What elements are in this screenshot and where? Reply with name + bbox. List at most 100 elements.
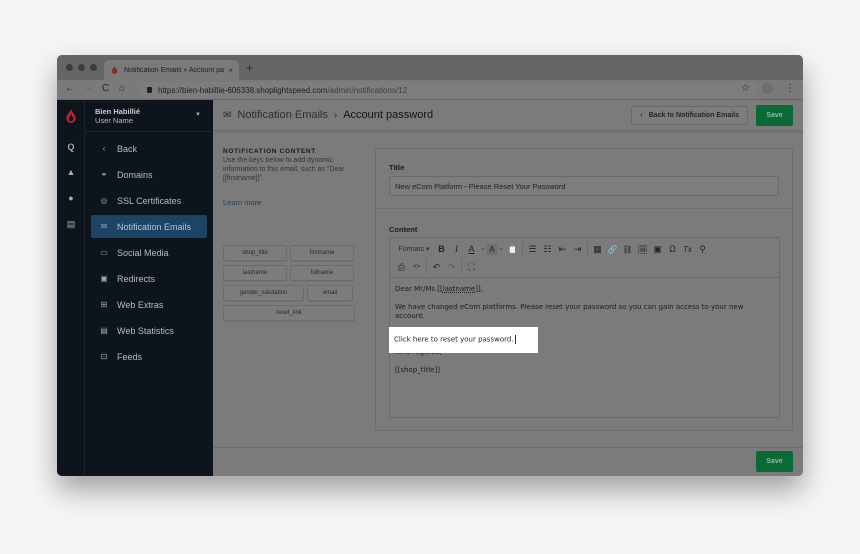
redirect-icon: ▣: [100, 274, 108, 283]
browser-window: Notification Emails » Account password ×…: [57, 55, 803, 476]
sidebar-item-back[interactable]: ‹ Back: [91, 137, 207, 160]
key-button[interactable]: email: [307, 285, 353, 301]
email-form-panel: Title New eCom Platform - Please Reset Y…: [375, 148, 793, 431]
text-color-dropdown-icon[interactable]: ▾: [479, 241, 487, 257]
sidebar-item-label: Domains: [117, 169, 153, 180]
chat-icon: ▭: [100, 248, 108, 257]
new-tab-button[interactable]: +: [246, 61, 253, 75]
key-button[interactable]: firstname: [290, 245, 354, 261]
url-host: https://bien-habillie-606338.shoplightsp…: [158, 85, 328, 95]
formats-dropdown[interactable]: Formats ▾: [394, 241, 434, 257]
sidebar-item-web-extras[interactable]: ⊞ Web Extras: [91, 293, 207, 316]
browser-menu-icon[interactable]: ⋮: [785, 83, 795, 94]
editor-toolbar: Formats ▾ B I A ▾ A ▾ 📋 ☰ ☷ ⇤ ⇥ ▦ 🔗 ⛓ 🖼 …: [390, 238, 779, 278]
sidebar-item-domains[interactable]: ⚭ Domains: [91, 163, 207, 186]
key-button[interactable]: fullname: [290, 265, 354, 281]
editor-body[interactable]: Dear Mr/Ms [[lastname]], We have changed…: [389, 278, 779, 417]
background-color-dropdown-icon[interactable]: ▾: [497, 241, 505, 257]
minimize-window-button[interactable]: [78, 64, 85, 71]
search-icon[interactable]: Q: [57, 142, 85, 152]
key-button[interactable]: shop_title: [223, 245, 287, 261]
lightspeed-favicon-icon: [111, 66, 118, 74]
sidebar-item-notification-emails[interactable]: ✉ Notification Emails: [91, 215, 207, 238]
toolbar-separator: [426, 259, 427, 275]
home-icon[interactable]: ⌂: [119, 83, 125, 94]
bookmark-star-icon[interactable]: ☆: [741, 83, 750, 94]
address-bar: ← → C ⌂ https://bien-habillie-606338.sho…: [57, 80, 803, 100]
window-controls: [66, 64, 97, 71]
footer-save-button[interactable]: Save: [756, 451, 793, 472]
sidebar-item-ssl-certificates[interactable]: ◎ SSL Certificates: [91, 189, 207, 212]
title-label: Title: [389, 163, 405, 172]
toolbar-separator: [461, 259, 462, 275]
reset-link-text: Click here to reset your password.: [394, 335, 514, 344]
reload-icon[interactable]: C: [102, 83, 109, 94]
browser-tab[interactable]: Notification Emails » Account password ×: [104, 60, 239, 80]
save-button[interactable]: Save: [756, 105, 793, 126]
store-icon[interactable]: ▤: [57, 219, 85, 230]
special-character-icon[interactable]: Ω: [665, 241, 680, 257]
sidebar-item-web-statistics[interactable]: ▤ Web Statistics: [91, 319, 207, 342]
notification-content-help: NOTIFICATION CONTENT Use the keys below …: [223, 148, 358, 210]
table-icon[interactable]: ▦: [590, 241, 605, 257]
greeting-line: Dear Mr/Ms [[lastname]],: [395, 285, 774, 294]
dynamic-keys: shop_title firstname lastname fullname g…: [223, 245, 355, 321]
sidebar: Bien Habillié User Name ▼ ‹ Back ⚭ Domains…: [85, 100, 213, 476]
text-color-icon[interactable]: A: [464, 241, 479, 257]
bold-icon[interactable]: B: [434, 241, 449, 257]
key-button[interactable]: gender_salutation: [223, 285, 304, 301]
plus-box-icon: ⊞: [100, 300, 108, 309]
fullscreen-icon[interactable]: ⛶: [464, 259, 479, 275]
print-icon[interactable]: ⎙: [394, 259, 409, 275]
sidebar-item-social-media[interactable]: ▭ Social Media: [91, 241, 207, 264]
forward-arrow-icon[interactable]: →: [83, 83, 93, 94]
italic-icon[interactable]: I: [449, 241, 464, 257]
outdent-icon[interactable]: ⇤: [555, 241, 570, 257]
numbered-list-icon[interactable]: ☷: [540, 241, 555, 257]
sidebar-item-label: Feeds: [117, 351, 143, 362]
reset-link-line[interactable]: Click here to reset your password.: [389, 327, 538, 353]
sidebar-item-feeds[interactable]: ⊡ Feeds: [91, 345, 207, 368]
link-icon[interactable]: 🔗: [605, 241, 620, 257]
unlink-icon[interactable]: ⛓: [620, 241, 635, 257]
sidebar-item-redirects[interactable]: ▣ Redirects: [91, 267, 207, 290]
breadcrumb-parent[interactable]: Notification Emails: [237, 109, 327, 121]
sidebar-item-label: Social Media: [117, 247, 169, 258]
chevron-down-icon: ▼: [195, 112, 201, 118]
key-button[interactable]: lastname: [223, 265, 287, 281]
lock-icon: [147, 87, 152, 93]
profile-avatar-icon[interactable]: [762, 83, 773, 94]
source-code-icon[interactable]: <>: [409, 259, 424, 275]
paste-icon[interactable]: 📋: [505, 241, 520, 257]
learn-more-link[interactable]: Learn more: [223, 198, 261, 207]
back-to-notification-emails-button[interactable]: ‹ Back to Notification Emails: [631, 106, 748, 125]
tab-close-icon[interactable]: ×: [228, 66, 233, 75]
key-button[interactable]: reset_link: [223, 305, 355, 321]
lightspeed-logo-icon[interactable]: [65, 109, 77, 123]
indent-icon[interactable]: ⇥: [570, 241, 585, 257]
clear-formatting-icon[interactable]: Tx: [680, 241, 695, 257]
chevron-left-icon: ‹: [102, 144, 106, 153]
mail-icon: ✉: [223, 109, 232, 121]
image-icon[interactable]: 🖼: [635, 241, 650, 257]
media-icon[interactable]: ▣: [650, 241, 665, 257]
sidebar-item-label: Redirects: [117, 273, 156, 284]
title-input[interactable]: New eCom Platform - Please Reset Your Pa…: [389, 176, 779, 196]
background-color-icon[interactable]: A: [487, 243, 497, 255]
help-icon[interactable]: ●: [57, 193, 85, 203]
sidebar-item-label: Web Statistics: [117, 325, 174, 336]
maximize-window-button[interactable]: [90, 64, 97, 71]
mail-icon: ✉: [100, 222, 108, 231]
back-arrow-icon[interactable]: ←: [65, 83, 75, 94]
greeting-suffix: ]],: [475, 285, 483, 293]
url-input[interactable]: https://bien-habillie-606338.shoplightsp…: [139, 82, 759, 98]
body-paragraph: We have changed eCom platforms. Please r…: [395, 303, 744, 320]
close-window-button[interactable]: [66, 64, 73, 71]
bullet-list-icon[interactable]: ☰: [525, 241, 540, 257]
find-replace-icon[interactable]: ⚲: [695, 241, 710, 257]
undo-icon[interactable]: ↶: [429, 259, 444, 275]
bell-icon[interactable]: ▲: [57, 167, 85, 177]
shop-switcher[interactable]: Bien Habillié User Name ▼: [85, 100, 213, 132]
content-label: Content: [389, 225, 418, 234]
redo-icon[interactable]: ↷: [444, 259, 459, 275]
